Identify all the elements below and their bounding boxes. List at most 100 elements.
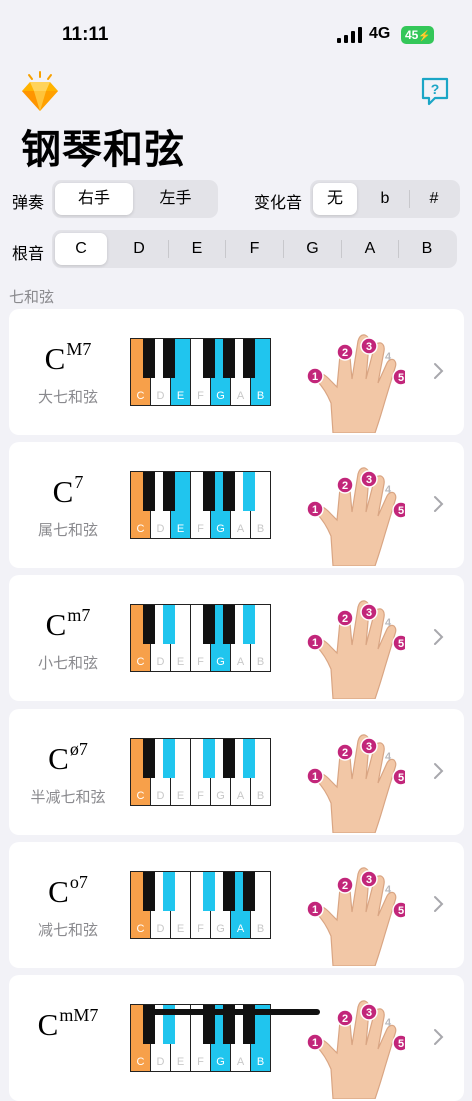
- finger-number: 4: [385, 617, 392, 629]
- finger-number: 2: [342, 347, 348, 359]
- piano-black-key: [223, 339, 235, 378]
- finger-number: 4: [385, 1017, 392, 1029]
- root-note-segmented-control: C D E F G A B: [52, 230, 457, 268]
- chord-symbol: Co7: [9, 872, 127, 910]
- piano-black-key: [143, 872, 155, 911]
- piano-black-key: [243, 739, 255, 778]
- chord-card[interactable]: CmM7 C D E F G A B 1 2 3 4 5: [9, 975, 464, 1101]
- root-note-label: 根音: [12, 244, 45, 263]
- key-label: D: [156, 523, 165, 535]
- hand-shape: [313, 600, 397, 699]
- hand-icon: 1 2 3 45: [306, 1000, 405, 1099]
- battery-icon: 45⚡: [401, 26, 434, 44]
- segment-root-b[interactable]: B: [399, 233, 455, 265]
- key-label: B: [256, 923, 265, 935]
- chevron-right-icon[interactable]: [433, 761, 445, 781]
- chord-card[interactable]: CM7 大七和弦 C D E F G A B 1 2 3 4 5: [9, 309, 464, 435]
- segment-natural[interactable]: 无: [313, 183, 357, 215]
- chord-name-label: 属七和弦: [37, 521, 98, 539]
- segment-root-a[interactable]: A: [342, 233, 398, 265]
- chord-name-label: 小七和弦: [37, 654, 98, 672]
- piano-black-key: [163, 739, 175, 778]
- chord-card[interactable]: Cø7 半减七和弦 C D E F G A B 1 2 3 4 5: [9, 709, 464, 835]
- help-bubble-icon[interactable]: ?: [420, 76, 450, 106]
- key-label: D: [156, 923, 165, 935]
- piano-black-key: [203, 339, 215, 378]
- hand-icon: 1 2 3 45: [306, 334, 405, 433]
- finger-number: 5: [398, 1038, 404, 1050]
- chevron-right-icon[interactable]: [433, 627, 445, 647]
- hand-shape: [313, 334, 397, 433]
- chord-symbol: CmM7: [9, 1005, 127, 1043]
- key-label: A: [236, 656, 245, 668]
- segment-root-f[interactable]: F: [226, 233, 283, 265]
- segment-left-hand[interactable]: 左手: [136, 183, 215, 215]
- key-label: A: [236, 1056, 245, 1068]
- chord-root: C: [45, 607, 67, 642]
- key-label: C: [136, 390, 145, 402]
- key-label: D: [156, 790, 165, 802]
- finger-number: 4: [385, 884, 392, 896]
- segment-flat[interactable]: b: [362, 183, 408, 215]
- hand-shape: [313, 467, 397, 566]
- key-label: D: [156, 390, 165, 402]
- chord-root: C: [48, 741, 69, 776]
- play-hand-label: 弹奏: [12, 193, 45, 212]
- hand-icon: 1 2 3 45: [306, 467, 405, 566]
- piano-black-key: [203, 872, 215, 911]
- key-label: B: [256, 390, 265, 402]
- key-label: G: [216, 523, 225, 535]
- segment-root-e[interactable]: E: [169, 233, 225, 265]
- finger-number: 1: [312, 504, 318, 516]
- finger-number: 3: [366, 474, 372, 486]
- hand-shape: [313, 1000, 397, 1099]
- finger-number: 2: [342, 880, 348, 892]
- finger-number: 4: [385, 751, 392, 763]
- key-label: B: [256, 523, 265, 535]
- chord-quality: mM7: [59, 1005, 99, 1025]
- key-label: C: [136, 656, 145, 668]
- signal-icon: [337, 27, 362, 43]
- finger-number: 3: [366, 1007, 372, 1019]
- key-label: F: [197, 523, 204, 535]
- piano-black-key: [163, 472, 175, 511]
- segment-root-c[interactable]: C: [55, 233, 107, 265]
- chevron-right-icon[interactable]: [433, 894, 445, 914]
- finger-number: 5: [398, 372, 404, 384]
- chord-card[interactable]: Co7 减七和弦 C D E F G A B 1 2 3 4 5: [9, 842, 464, 968]
- home-indicator: [152, 1009, 320, 1015]
- piano-black-key: [223, 472, 235, 511]
- chevron-right-icon[interactable]: [433, 361, 445, 381]
- chord-quality: M7: [66, 339, 92, 359]
- svg-text:?: ?: [431, 81, 440, 97]
- piano-black-key: [223, 739, 235, 778]
- key-label: C: [136, 923, 145, 935]
- key-label: E: [176, 790, 185, 802]
- segment-root-d[interactable]: D: [111, 233, 167, 265]
- play-hand-segmented-control: 右手 左手: [52, 180, 218, 218]
- finger-number: 2: [342, 480, 348, 492]
- chord-card[interactable]: C7 属七和弦 C D E F G A B 1 2 3 4 5: [9, 442, 464, 568]
- status-time: 11:11: [62, 24, 109, 45]
- piano-black-key: [223, 872, 235, 911]
- key-label: F: [197, 390, 204, 402]
- chord-root: C: [37, 1007, 59, 1042]
- key-label: D: [156, 1056, 165, 1068]
- key-label: C: [136, 523, 145, 535]
- status-bar: 11:11 4G 45⚡: [0, 0, 472, 70]
- network-type: 4G: [369, 25, 391, 42]
- piano-black-key: [243, 472, 255, 511]
- chord-root: C: [48, 874, 69, 909]
- chevron-right-icon[interactable]: [433, 1027, 445, 1047]
- chord-card[interactable]: Cm7 小七和弦 C D E F G A B 1 2 3 4 5: [9, 575, 464, 701]
- segment-right-hand[interactable]: 右手: [55, 183, 133, 215]
- segment-sharp[interactable]: #: [411, 183, 457, 215]
- key-label: G: [216, 656, 225, 668]
- finger-number: 2: [342, 747, 348, 759]
- key-label: F: [197, 790, 204, 802]
- segment-root-g[interactable]: G: [284, 233, 341, 265]
- key-label: C: [136, 790, 145, 802]
- chevron-right-icon[interactable]: [433, 494, 445, 514]
- piano-keyboard: CDEFGAB: [130, 338, 271, 406]
- key-label: A: [236, 390, 245, 402]
